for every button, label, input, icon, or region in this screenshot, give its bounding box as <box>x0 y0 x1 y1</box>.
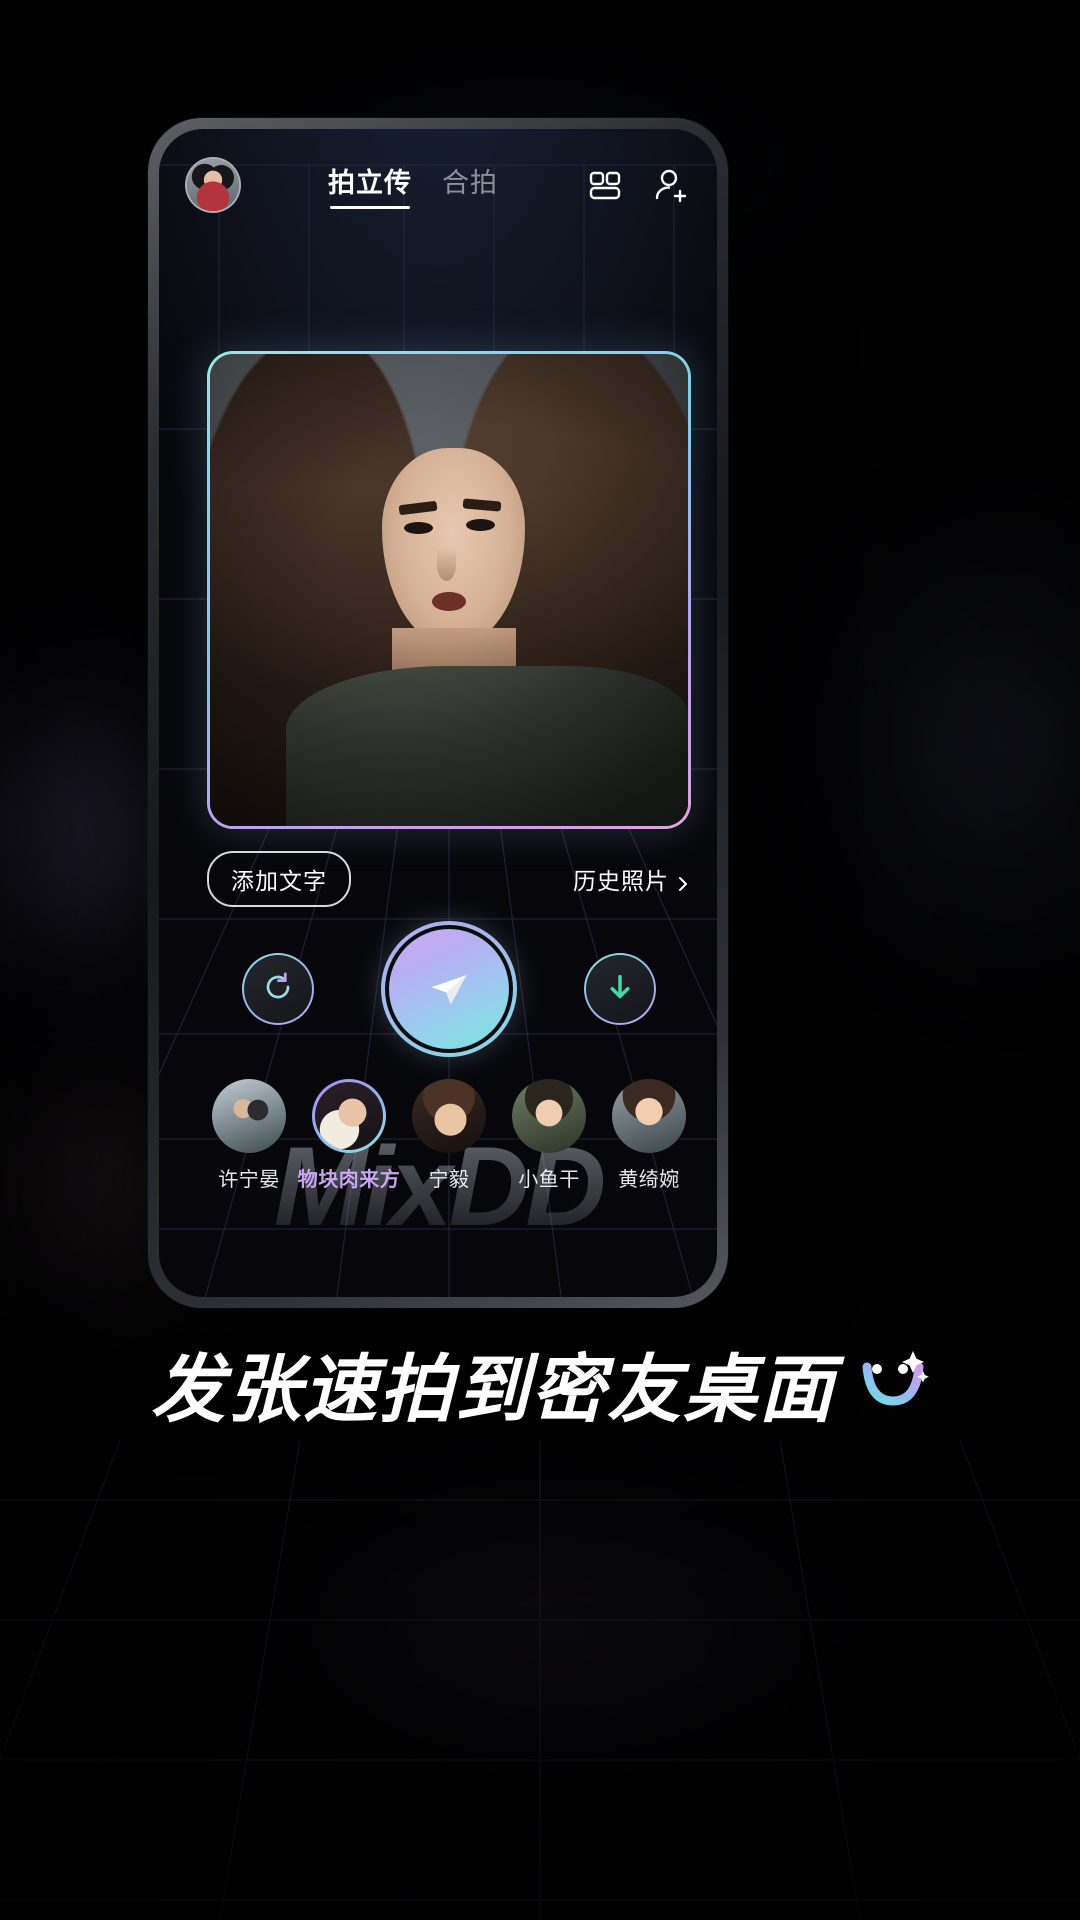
friend-avatar <box>412 1079 486 1153</box>
friend-avatar <box>212 1079 286 1153</box>
refresh-button[interactable] <box>242 953 314 1025</box>
photo-preview-card[interactable] <box>207 351 691 829</box>
friend-avatar <box>315 1082 383 1150</box>
friend-name: 黄绮婉 <box>618 1169 680 1191</box>
friend-name: 许宁晏 <box>218 1169 280 1191</box>
friend-name: 物块肉来方 <box>297 1169 401 1191</box>
friend-avatar <box>612 1079 686 1153</box>
refresh-icon <box>258 967 298 1012</box>
avatar-image <box>187 159 239 211</box>
friend-name: 小鱼干 <box>518 1169 580 1191</box>
friend-item[interactable]: 黄绮婉 <box>605 1079 693 1192</box>
send-button[interactable] <box>381 921 517 1057</box>
avatar[interactable] <box>185 157 241 213</box>
phone-screen: 拍立传 合拍 添加文字 历史照片 许宁晏 物块肉来方 宁毅 小鱼干 黄绮婉 Mi… <box>159 129 717 1297</box>
tab-instant-send-label: 拍立传 <box>328 168 412 198</box>
tab-co-shoot-label: 合拍 <box>442 168 498 198</box>
photo-tools-row: 添加文字 历史照片 <box>207 851 691 907</box>
header-tabs: 拍立传 合拍 <box>241 161 585 209</box>
chevron-right-icon <box>675 871 691 891</box>
download-button[interactable] <box>584 953 656 1025</box>
tab-instant-send[interactable]: 拍立传 <box>328 161 412 209</box>
add-text-button[interactable]: 添加文字 <box>207 851 351 907</box>
friend-avatar-ring <box>312 1079 386 1153</box>
header-actions <box>585 165 691 205</box>
add-person-icon[interactable] <box>651 165 691 205</box>
promo-tagline: 发张速拍到密友桌面 <box>0 1330 1080 1437</box>
friend-item[interactable]: 许宁晏 <box>205 1079 293 1192</box>
friends-list: 许宁晏 物块肉来方 宁毅 小鱼干 黄绮婉 <box>189 1079 709 1192</box>
send-icon <box>431 975 467 1005</box>
friend-item[interactable]: 宁毅 <box>405 1079 493 1192</box>
layout-grid-icon[interactable] <box>585 165 625 205</box>
action-buttons-row <box>207 921 691 1057</box>
friend-item[interactable]: 小鱼干 <box>505 1079 593 1192</box>
tab-co-shoot[interactable]: 合拍 <box>442 161 498 209</box>
phone-device-frame: 拍立传 合拍 添加文字 历史照片 许宁晏 物块肉来方 宁毅 小鱼干 黄绮婉 Mi… <box>148 118 728 1308</box>
friend-avatar <box>512 1079 586 1153</box>
add-text-label: 添加文字 <box>231 868 327 894</box>
friend-item-selected[interactable]: 物块肉来方 <box>298 1079 400 1192</box>
promo-tagline-text: 发张速拍到密友桌面 <box>151 1348 835 1431</box>
photo-preview-image <box>210 354 688 826</box>
friend-name: 宁毅 <box>428 1169 470 1191</box>
download-icon <box>601 968 639 1011</box>
history-photos-label: 历史照片 <box>573 868 669 894</box>
app-header: 拍立传 合拍 <box>159 149 717 221</box>
winking-face-icon <box>851 1345 929 1423</box>
history-photos-link[interactable]: 历史照片 <box>573 862 691 896</box>
